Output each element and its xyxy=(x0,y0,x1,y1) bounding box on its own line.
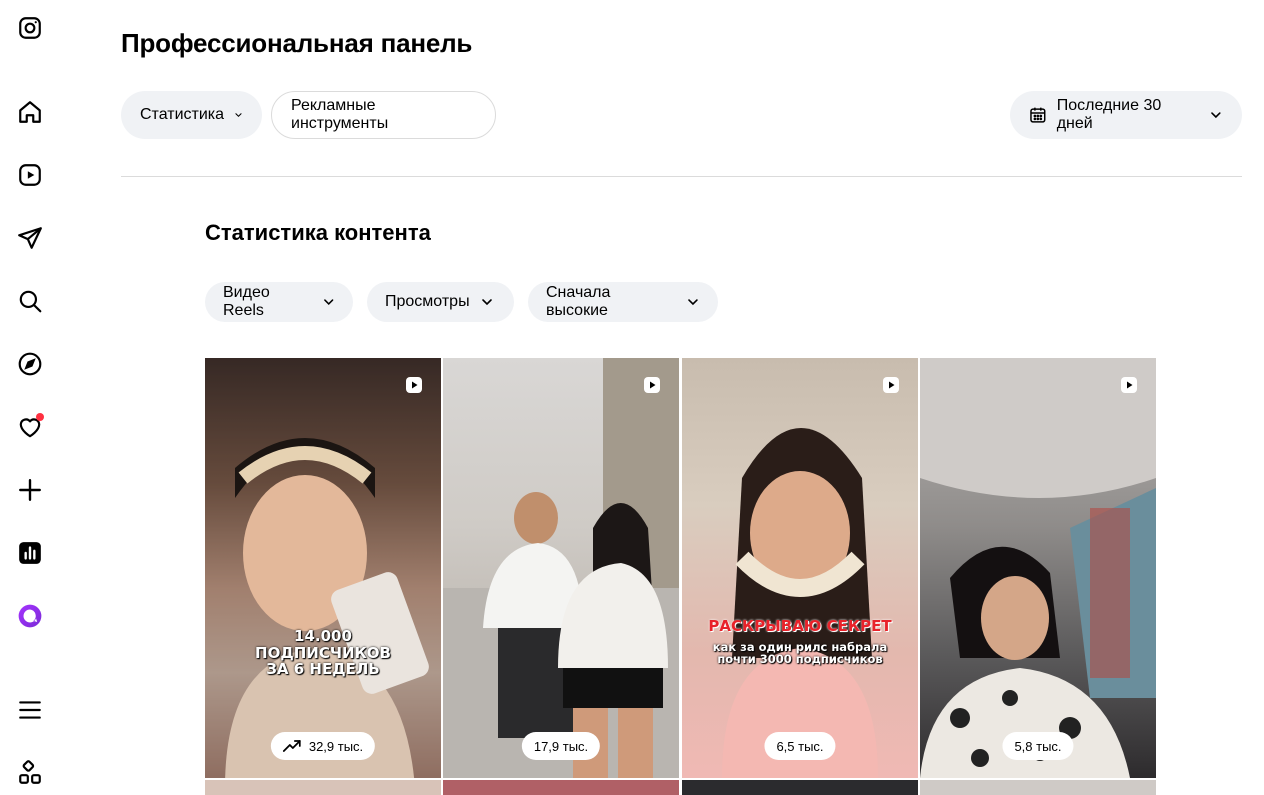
reel-card[interactable]: 17,9 тыс. xyxy=(443,358,679,778)
reel-thumbnail xyxy=(443,358,679,778)
date-range-label: Последние 30 дней xyxy=(1056,97,1162,132)
reel-icon xyxy=(883,377,899,393)
reel-card[interactable] xyxy=(920,780,1156,795)
tab-ad-tools-label: Рекламные инструменты xyxy=(291,97,389,132)
views-stat-badge: 17,9 тыс. xyxy=(521,732,601,760)
home-icon[interactable] xyxy=(14,96,46,128)
reel-card[interactable]: 5,8 тыс. xyxy=(920,358,1156,778)
reel-card[interactable] xyxy=(205,780,441,795)
section-title: Статистика контента xyxy=(205,220,431,245)
calendar-icon xyxy=(1030,107,1046,123)
filter-content-type[interactable]: Видео Reels xyxy=(205,282,353,322)
views-count: 32,9 тыс. xyxy=(308,738,364,754)
threads-icon[interactable] xyxy=(14,600,46,632)
reel-icon xyxy=(644,377,660,393)
tab-ad-tools[interactable]: Рекламные инструменты xyxy=(271,91,496,139)
views-count: 17,9 тыс. xyxy=(533,738,589,754)
reel-card[interactable]: РАСКРЫВАЮ СЕКРЕТ как за один рилс набрал… xyxy=(682,358,918,778)
reel-card[interactable]: 14.000 ПОДПИСЧИКОВ ЗА 6 НЕДЕЛЬ 32,9 тыс. xyxy=(205,358,441,778)
direct-messages-icon[interactable] xyxy=(14,222,46,254)
chevron-down-icon xyxy=(323,299,333,306)
more-apps-icon[interactable] xyxy=(14,757,46,789)
tab-statistics-label: Статистика xyxy=(140,106,225,123)
explore-icon[interactable] xyxy=(14,348,46,380)
filter-label: Сначала высокие xyxy=(546,284,611,319)
filter-sort[interactable]: Сначала высокие xyxy=(528,282,718,322)
notification-badge xyxy=(36,413,44,421)
header-divider xyxy=(121,176,1242,177)
views-count: 5,8 тыс. xyxy=(1014,738,1062,754)
chevron-down-icon xyxy=(481,299,492,306)
reel-card[interactable] xyxy=(682,780,918,795)
dashboard-icon[interactable] xyxy=(14,537,46,569)
reel-caption: 14.000 ПОДПИСЧИКОВ ЗА 6 НЕДЕЛЬ xyxy=(255,627,391,678)
tab-statistics[interactable]: Статистика xyxy=(121,91,262,139)
chevron-down-icon xyxy=(1211,112,1221,119)
views-stat-badge: 5,8 тыс. xyxy=(1002,732,1074,760)
notifications-heart-icon[interactable] xyxy=(14,411,46,443)
page-title: Профессиональная панель xyxy=(121,28,473,58)
filter-label: Видео Reels xyxy=(223,284,270,319)
reel-card[interactable] xyxy=(443,780,679,795)
filter-label: Просмотры xyxy=(385,293,470,310)
trending-up-icon xyxy=(282,740,301,752)
chevron-down-icon xyxy=(235,113,242,118)
reel-thumbnail xyxy=(722,428,878,778)
filter-metric[interactable]: Просмотры xyxy=(367,282,514,322)
reel-caption: РАСКРЫВАЮ СЕКРЕТ как за один рилс набрал… xyxy=(708,617,892,667)
views-stat-badge: 6,5 тыс. xyxy=(764,732,836,760)
instagram-icon[interactable] xyxy=(14,12,46,44)
reels-icon[interactable] xyxy=(14,159,46,191)
sidebar xyxy=(0,0,60,795)
search-icon[interactable] xyxy=(14,285,46,317)
chevron-down-icon xyxy=(688,299,698,306)
date-range-select[interactable]: Последние 30 дней xyxy=(1010,91,1242,139)
reel-icon xyxy=(406,377,422,393)
views-stat-badge: 32,9 тыс. xyxy=(270,732,376,760)
reels-grid: 14.000 ПОДПИСЧИКОВ ЗА 6 НЕДЕЛЬ 32,9 тыс.… xyxy=(205,358,1156,795)
reel-thumbnail xyxy=(205,358,441,778)
reel-icon xyxy=(1121,377,1137,393)
menu-icon[interactable] xyxy=(14,694,46,726)
reel-thumbnail xyxy=(920,358,1156,778)
create-plus-icon[interactable] xyxy=(14,474,46,506)
views-count: 6,5 тыс. xyxy=(776,738,824,754)
